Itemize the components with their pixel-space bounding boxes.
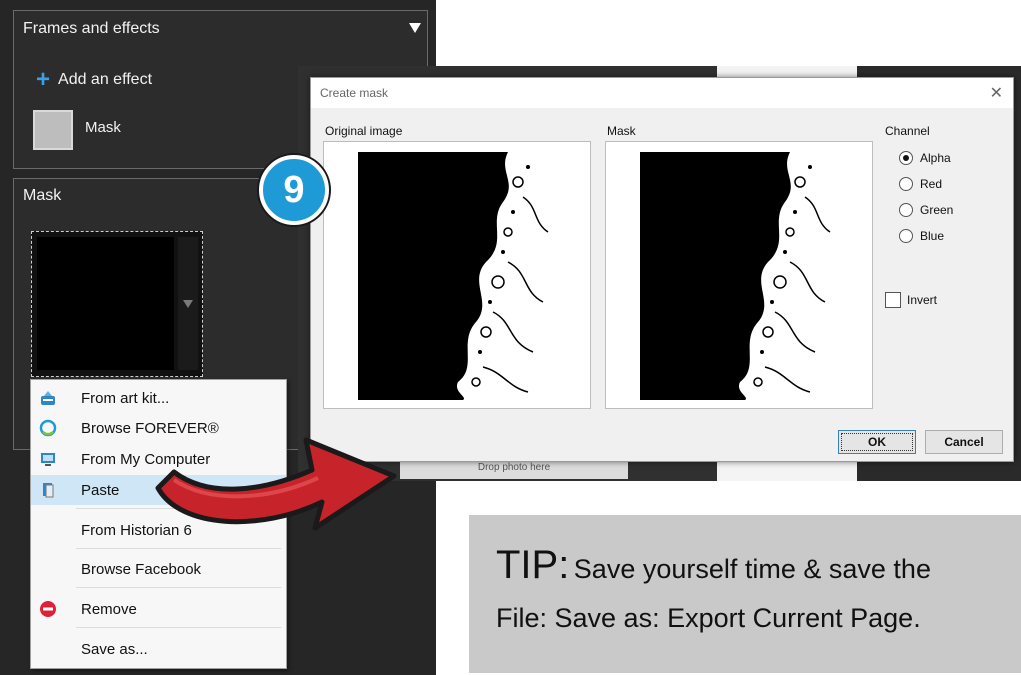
dialog-titlebar: Create mask ✕: [311, 78, 1013, 108]
drop-photo-label: Drop photo here: [477, 462, 551, 473]
menu-item-label: Paste: [81, 481, 120, 499]
mask-effect-thumbnail[interactable]: [33, 110, 73, 150]
channel-option-label: Green: [920, 203, 954, 217]
channel-radio-red[interactable]: Red: [899, 177, 942, 191]
ok-button[interactable]: OK: [838, 430, 916, 454]
collapse-triangle-icon[interactable]: [409, 23, 421, 33]
menu-item-browse-facebook[interactable]: Browse Facebook: [31, 554, 286, 584]
close-icon[interactable]: ✕: [990, 83, 1003, 102]
menu-item-save-as[interactable]: Save as...: [31, 634, 286, 664]
red-arrow-graphic: [155, 437, 397, 531]
tip-line-2: File: Save as: Export Current Page.: [496, 603, 921, 633]
forever-icon: [39, 419, 57, 437]
menu-separator: [76, 587, 281, 588]
computer-icon: [39, 450, 57, 468]
radio-button[interactable]: [899, 229, 913, 243]
mask-effect-label[interactable]: Mask: [85, 119, 121, 136]
mask-preview-dropdown[interactable]: [31, 231, 203, 377]
frames-effects-title: Frames and effects: [23, 20, 160, 37]
radio-button[interactable]: [899, 177, 913, 191]
dialog-title: Create mask: [320, 86, 389, 100]
cancel-button[interactable]: Cancel: [925, 430, 1003, 454]
remove-icon: [39, 600, 57, 618]
menu-item-label: Save as...: [81, 640, 148, 658]
art-kit-icon: [39, 389, 57, 407]
channel-radio-green[interactable]: Green: [899, 203, 953, 217]
original-image-preview: [358, 152, 554, 400]
channel-label: Channel: [885, 124, 930, 138]
menu-item-from-art-kit[interactable]: From art kit...: [31, 383, 286, 413]
chevron-down-icon: [183, 300, 193, 308]
channel-option-label: Blue: [920, 229, 945, 243]
tip-line-1: TIP: Save yourself time & save the: [496, 543, 931, 588]
invert-checkbox[interactable]: [885, 292, 901, 308]
channel-radio-blue[interactable]: Blue: [899, 229, 944, 243]
menu-separator: [76, 627, 281, 628]
step-number-badge: 9: [259, 155, 329, 225]
mask-image-preview: [640, 152, 836, 400]
mask-preview-image: [37, 237, 174, 370]
mask-section-title: Mask: [23, 187, 62, 204]
plus-icon: +: [36, 66, 51, 93]
channel-option-label: Alpha: [920, 151, 951, 165]
add-effect-button[interactable]: + Add an effect: [36, 66, 153, 93]
tip-prefix: TIP:: [496, 543, 570, 587]
menu-item-label: Remove: [81, 600, 137, 618]
menu-item-label: From art kit...: [81, 389, 170, 407]
mask-image-box: [605, 141, 873, 409]
menu-item-label: Browse Facebook: [81, 560, 202, 578]
menu-item-remove[interactable]: Remove: [31, 594, 286, 624]
mask-preview-label: Mask: [607, 124, 636, 138]
invert-checkbox-row[interactable]: Invert: [885, 292, 937, 308]
invert-label: Invert: [907, 293, 938, 307]
tip-box: TIP: Save yourself time & save the File:…: [469, 515, 1021, 673]
tip-text-1: Save yourself time & save the: [573, 554, 931, 584]
original-image-label: Original image: [325, 124, 403, 138]
add-effect-label: Add an effect: [58, 71, 153, 88]
paste-icon: [39, 481, 57, 499]
channel-option-label: Red: [920, 177, 943, 191]
original-image-box: [323, 141, 591, 409]
create-mask-dialog: Create mask ✕ Original image Mask Channe…: [310, 77, 1014, 462]
radio-button[interactable]: [899, 203, 913, 217]
radio-button[interactable]: [899, 151, 913, 165]
channel-radio-alpha[interactable]: Alpha: [899, 151, 951, 165]
